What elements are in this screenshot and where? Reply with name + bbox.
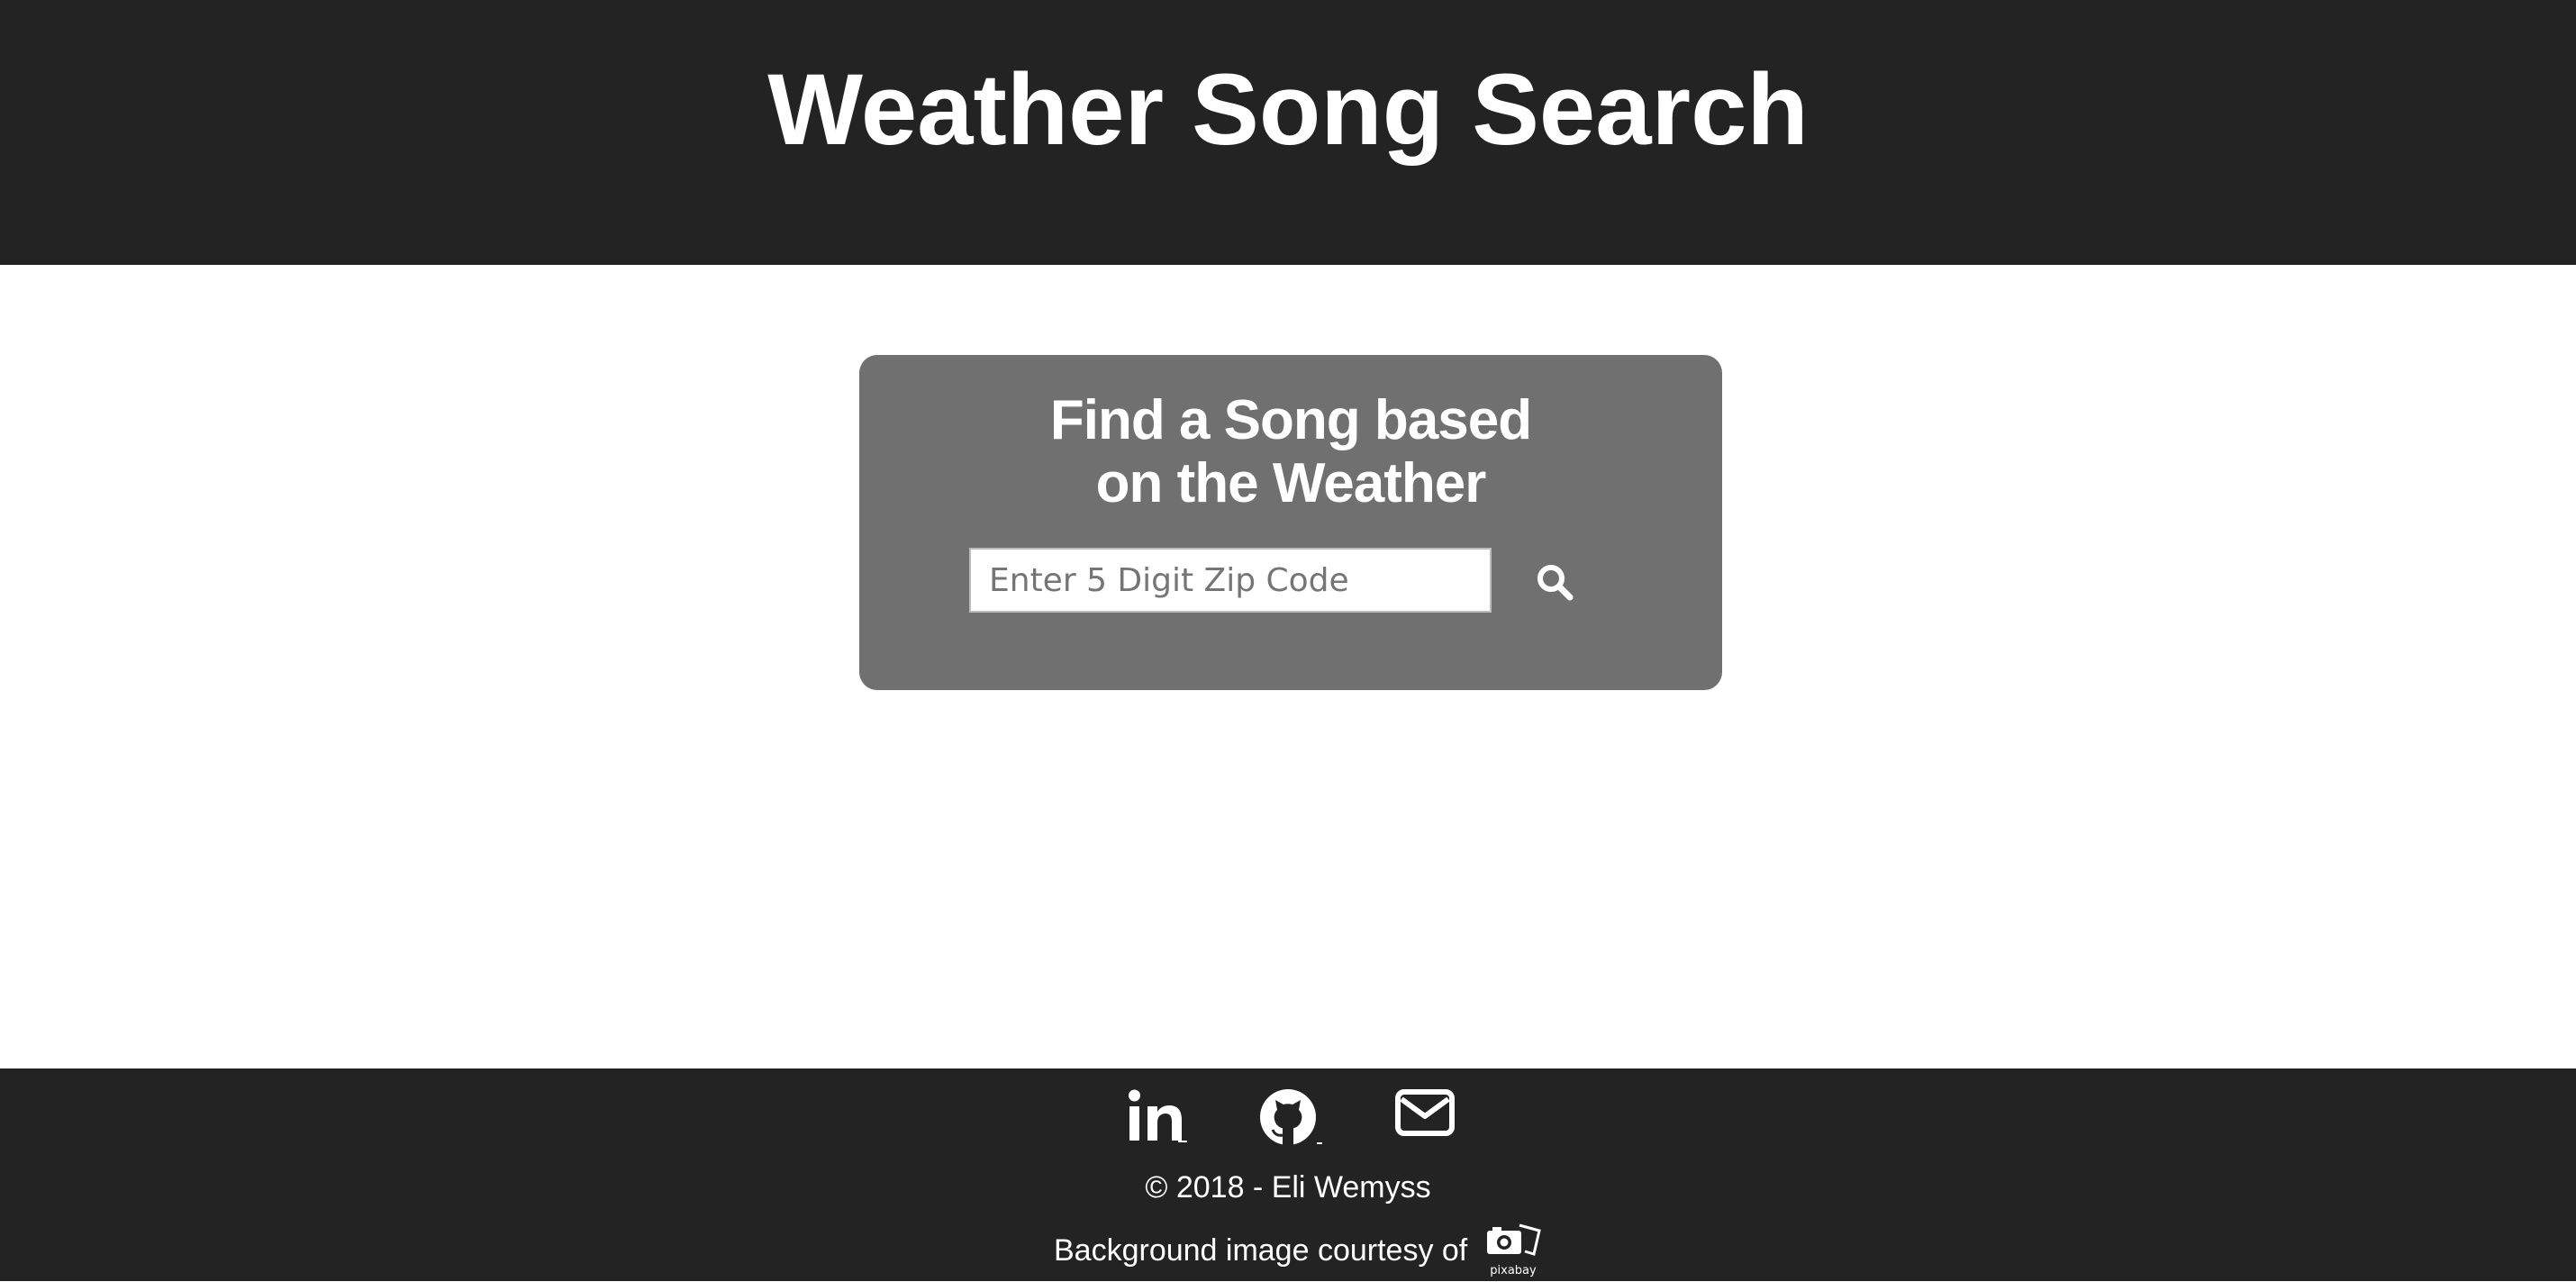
linkedin-link[interactable] — [1128, 1088, 1189, 1149]
zip-code-input[interactable] — [969, 548, 1492, 613]
github-icon — [1260, 1089, 1322, 1145]
envelope-icon — [1395, 1089, 1455, 1136]
svg-text:pixabay: pixabay — [1491, 1264, 1537, 1277]
search-icon — [1537, 565, 1574, 601]
main-content: Find a Song based on the Weather — [0, 265, 2576, 1068]
email-link[interactable] — [1394, 1088, 1456, 1143]
copyright-text: © 2018 - Eli Wemyss — [1145, 1170, 1431, 1205]
github-link[interactable] — [1259, 1088, 1324, 1150]
search-card: Find a Song based on the Weather — [859, 355, 1722, 690]
pixabay-link[interactable]: pixabay — [1483, 1218, 1543, 1282]
linkedin-icon — [1129, 1089, 1187, 1142]
site-footer: © 2018 - Eli Wemyss Background image cou… — [0, 1068, 2576, 1281]
search-card-heading: Find a Song based on the Weather — [1049, 389, 1532, 514]
pixabay-logo: pixabay — [1487, 1223, 1542, 1277]
page-title: Weather Song Search — [767, 53, 1809, 166]
search-button[interactable] — [1526, 553, 1583, 611]
image-credit: Background image courtesy of pixabay — [1054, 1218, 1543, 1282]
site-header: Weather Song Search — [0, 0, 2576, 265]
image-credit-text: Background image courtesy of — [1054, 1232, 1468, 1268]
